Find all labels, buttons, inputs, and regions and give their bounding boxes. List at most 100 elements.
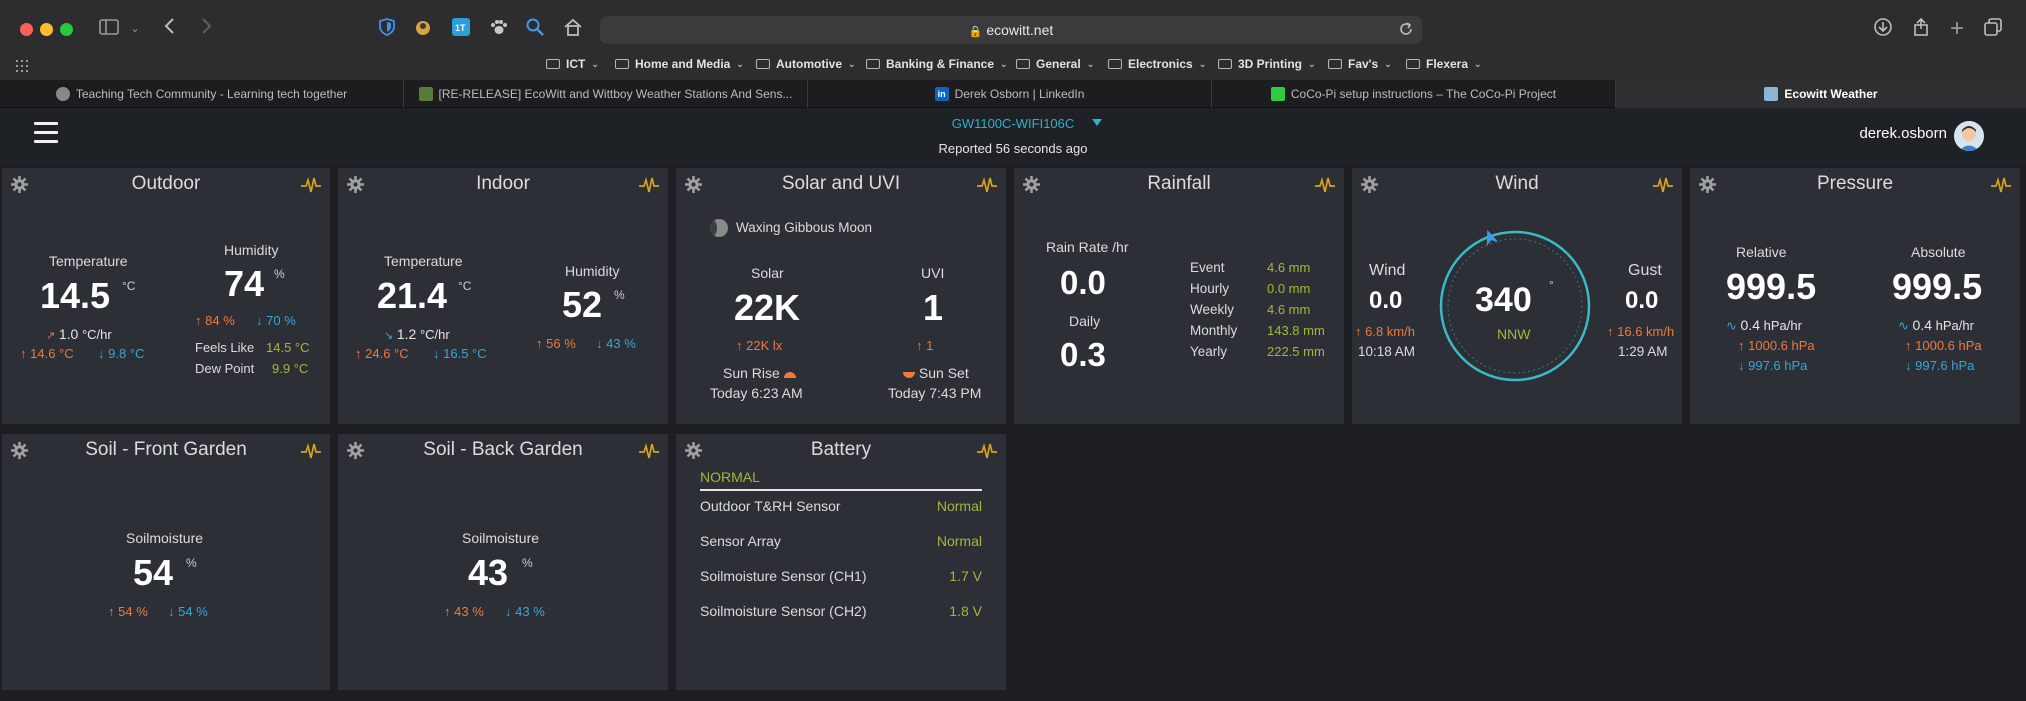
translate-extension-icon[interactable]: 1T bbox=[450, 17, 472, 41]
sidebar-toggle-icon[interactable] bbox=[98, 17, 120, 41]
chart-pulse-icon[interactable] bbox=[638, 442, 660, 460]
paw-extension-icon[interactable] bbox=[488, 17, 510, 41]
lock-icon: 🔒 bbox=[968, 26, 983, 38]
tab-overview-icon[interactable] bbox=[1982, 17, 2004, 41]
chart-pulse-icon[interactable] bbox=[300, 176, 322, 194]
chevron-down-icon: ⌄ bbox=[736, 58, 744, 69]
bookmark-folder-general[interactable]: General ⌄ bbox=[1016, 57, 1094, 71]
temperature-unit: °C bbox=[458, 279, 472, 293]
uvi-value: 1 bbox=[923, 287, 944, 328]
bookmark-folder-banking[interactable]: Banking & Finance ⌄ bbox=[866, 57, 1008, 71]
forum-favicon-icon bbox=[418, 87, 433, 101]
chart-pulse-icon[interactable] bbox=[1314, 176, 1336, 194]
indoor-card: Indoor Temperature 21.4 °C ↘ 1.2 °C/hr ↑… bbox=[338, 168, 668, 424]
search-icon[interactable] bbox=[524, 17, 546, 41]
privacy-extension-icon[interactable] bbox=[412, 17, 434, 41]
feels-like-value: 14.5 °C bbox=[266, 340, 310, 355]
battery-card: Battery NORMAL Outdoor T&RH Sensor Norma… bbox=[676, 434, 1006, 690]
yearly-value: 222.5 mm bbox=[1267, 344, 1325, 359]
wind-direction-name: NNW bbox=[1497, 326, 1531, 342]
temperature-rate: ↗ 1.0 °C/hr bbox=[46, 326, 112, 342]
zoom-window-button[interactable] bbox=[60, 23, 73, 36]
caret-down-icon[interactable] bbox=[1092, 119, 1102, 126]
trend-wave-icon: ∿ bbox=[1898, 318, 1909, 333]
chevron-down-icon[interactable]: ⌄ bbox=[128, 17, 142, 41]
bookmark-folder-home-and-media[interactable]: Home and Media ⌄ bbox=[615, 57, 744, 71]
temperature-value: 21.4 bbox=[377, 275, 448, 316]
tab-teaching-tech[interactable]: Teaching Tech Community - Learning tech … bbox=[0, 80, 404, 108]
folder-icon bbox=[1328, 59, 1342, 69]
chart-pulse-icon[interactable] bbox=[1652, 176, 1674, 194]
device-selector[interactable]: GW1100C-WIFI106C bbox=[0, 116, 2026, 131]
solar-label: Solar bbox=[751, 265, 784, 281]
apps-grid-icon[interactable] bbox=[16, 59, 28, 77]
chart-pulse-icon[interactable] bbox=[638, 176, 660, 194]
chart-pulse-icon[interactable] bbox=[300, 442, 322, 460]
sunset-icon bbox=[903, 372, 915, 378]
chart-pulse-icon[interactable] bbox=[976, 442, 998, 460]
avatar[interactable] bbox=[1954, 121, 1984, 151]
folder-icon bbox=[1218, 59, 1232, 69]
forward-button[interactable] bbox=[196, 17, 216, 41]
uvi-label: UVI bbox=[921, 265, 945, 281]
coco-pi-favicon-icon bbox=[1270, 87, 1285, 101]
bookmarks-bar: ICT ⌄ Home and Media ⌄ Automotive ⌄ Banking… bbox=[0, 52, 2026, 80]
bookmark-folder-flexera[interactable]: Flexera ⌄ bbox=[1406, 57, 1482, 71]
back-button[interactable] bbox=[160, 17, 180, 41]
sunrise-icon bbox=[783, 372, 796, 378]
rain-rate-value: 0.0 bbox=[1060, 264, 1106, 301]
humidity-high: ↑ 84 % bbox=[195, 313, 235, 328]
bookmark-folder-favs[interactable]: Fav's ⌄ bbox=[1328, 57, 1392, 71]
reported-status: Reported 56 seconds ago bbox=[938, 141, 1088, 156]
tab-linkedin[interactable]: in Derek Osborn | LinkedIn bbox=[808, 80, 1212, 108]
weekly-label: Weekly bbox=[1190, 302, 1235, 317]
chart-pulse-icon[interactable] bbox=[976, 176, 998, 194]
minimize-window-button[interactable] bbox=[40, 23, 53, 36]
feels-like-label: Feels Like bbox=[195, 340, 255, 355]
address-bar[interactable]: 🔒 ecowitt.net bbox=[600, 16, 1422, 44]
moon-phase: Waxing Gibbous Moon bbox=[736, 220, 873, 235]
chevron-down-icon: ⌄ bbox=[848, 58, 856, 69]
battery-row-label: Outdoor T&RH Sensor bbox=[700, 498, 841, 514]
card-title: Rainfall bbox=[1147, 173, 1211, 194]
absolute-rate: ∿ 0.4 hPa/hr bbox=[1898, 317, 1974, 333]
bookmark-folder-automotive[interactable]: Automotive ⌄ bbox=[756, 57, 856, 71]
dashboard-header: GW1100C-WIFI106C Reported 56 seconds ago… bbox=[0, 108, 2026, 166]
tab-coco-pi[interactable]: CoCo-Pi setup instructions – The CoCo-Pi… bbox=[1212, 80, 1616, 108]
uvi-high: ↑ 1 bbox=[916, 338, 934, 353]
chevron-down-icon: ⌄ bbox=[1384, 58, 1392, 69]
soilmoisture-low: ↓ 43 % bbox=[505, 604, 545, 619]
wind-speed-value: 0.0 bbox=[1369, 287, 1403, 314]
folder-icon bbox=[756, 59, 770, 69]
home-icon[interactable] bbox=[562, 17, 584, 41]
downloads-icon[interactable] bbox=[1872, 17, 1894, 41]
close-window-button[interactable] bbox=[20, 23, 33, 36]
sunset-label: Sun Set bbox=[903, 365, 969, 381]
soilmoisture-label: Soilmoisture bbox=[462, 530, 540, 546]
tab-ecowitt-release[interactable]: [RE-RELEASE] EcoWitt and Wittboy Weather… bbox=[404, 80, 808, 108]
reload-icon[interactable] bbox=[1398, 21, 1414, 42]
tab-ecowitt-weather[interactable]: Ecowitt Weather bbox=[1616, 80, 2026, 108]
soilmoisture-value: 43 bbox=[468, 552, 509, 593]
chevron-down-icon: ⌄ bbox=[1000, 58, 1008, 69]
battery-divider bbox=[700, 489, 982, 491]
bookmark-folder-3d-printing[interactable]: 3D Printing ⌄ bbox=[1218, 57, 1316, 71]
folder-icon bbox=[615, 59, 629, 69]
dew-point-label: Dew Point bbox=[195, 361, 255, 376]
humidity-unit: % bbox=[274, 267, 285, 281]
bookmark-folder-ict[interactable]: ICT ⌄ bbox=[546, 57, 599, 71]
chart-pulse-icon[interactable] bbox=[1990, 176, 2012, 194]
absolute-value: 999.5 bbox=[1892, 266, 1983, 307]
bitwarden-shield-icon[interactable] bbox=[376, 17, 398, 41]
temperature-rate: ↘ 1.2 °C/hr bbox=[384, 326, 450, 342]
bookmark-folder-electronics[interactable]: Electronics ⌄ bbox=[1108, 57, 1206, 71]
share-icon[interactable] bbox=[1910, 17, 1932, 41]
username[interactable]: derek.osborn bbox=[1859, 125, 1947, 142]
humidity-label: Humidity bbox=[224, 242, 279, 258]
rain-rate-label: Rain Rate /hr bbox=[1046, 239, 1129, 255]
folder-icon bbox=[1406, 59, 1420, 69]
new-tab-icon[interactable]: + bbox=[1946, 17, 1968, 41]
hourly-value: 0.0 mm bbox=[1267, 281, 1311, 296]
temperature-label: Temperature bbox=[384, 253, 463, 269]
monthly-label: Monthly bbox=[1190, 323, 1238, 338]
